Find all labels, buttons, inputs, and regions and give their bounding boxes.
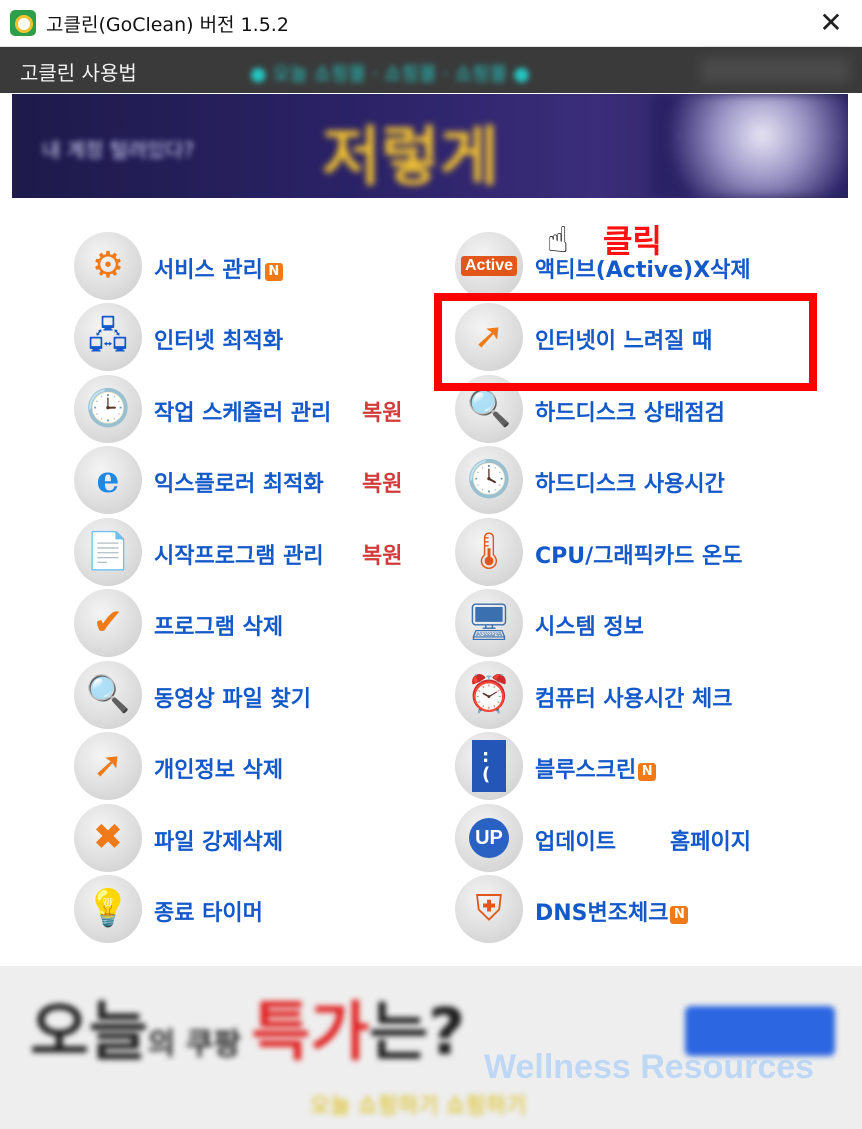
usage-menu[interactable]: 고클린 사용법 — [20, 57, 137, 86]
delete-file-icon: ✖ — [74, 804, 142, 872]
internet-explorer-icon: e — [74, 446, 142, 514]
pointing-hand-icon: ☝ — [547, 220, 569, 261]
sleep-bulb-icon: 💡 — [74, 875, 142, 943]
item-label: 블루스크린 — [535, 758, 637, 783]
menu-item-update[interactable]: UP 업데이트 — [455, 804, 815, 874]
computer-icon: 🖥 — [455, 589, 523, 657]
menu-item-service[interactable]: ⚙ 서비스 관리 N — [74, 232, 414, 302]
new-badge: N — [638, 763, 657, 781]
close-button[interactable]: ✕ — [800, 0, 862, 46]
restore-button[interactable]: 복원 — [362, 538, 402, 570]
shield-icon: ⛨ — [455, 875, 523, 943]
new-badge: N — [264, 263, 283, 281]
item-label: 컴퓨터 사용시간 체크 — [535, 687, 733, 712]
item-label: 하드디스크 사용시간 — [535, 472, 725, 497]
watermark: Wellness Resources — [484, 1048, 815, 1086]
menu-item-internet-optimize[interactable]: 🖧 인터넷 최적화 — [74, 303, 414, 373]
menu-item-privacy[interactable]: ➚ 개인정보 삭제 — [74, 732, 414, 802]
menu-item-bluescreen[interactable]: :( 블루스크린 N — [455, 732, 815, 802]
menu-bar: 고클린 사용법 ● 오늘 쇼핑몰 · 쇼핑몰 · 쇼핑몰 ● — [0, 47, 862, 93]
marquee-fade — [700, 57, 850, 83]
item-label: CPU/그래픽카드 온도 — [535, 544, 743, 569]
item-label: 종료 타이머 — [154, 901, 263, 926]
banner-headline: 오늘의 쿠팡 특가는? — [30, 981, 465, 1073]
banner-artwork — [652, 94, 848, 198]
item-label: 시스템 정보 — [535, 615, 644, 640]
menu-item-uninstall[interactable]: ✔ 프로그램 삭제 — [74, 589, 414, 659]
item-label: 인터넷 최적화 — [154, 329, 284, 354]
gear-icon: ⚙ — [74, 232, 142, 300]
item-label: 파일 강제삭제 — [154, 830, 284, 855]
marquee-text[interactable]: ● 오늘 쇼핑몰 · 쇼핑몰 · 쇼핑몰 ● — [250, 59, 530, 86]
click-annotation: 클릭 — [603, 222, 662, 260]
item-label: DNS변조체크 — [535, 901, 669, 926]
privacy-icon: ➚ — [74, 732, 142, 800]
restore-button[interactable]: 복원 — [362, 466, 402, 498]
menu-item-disk-usage[interactable]: 🕓 하드디스크 사용시간 — [455, 446, 815, 516]
homepage-link[interactable]: 홈페이지 — [670, 824, 751, 856]
highlight-box — [434, 293, 817, 391]
banner-small-text: 내 계정 털려있다? — [42, 138, 195, 162]
item-label: 개인정보 삭제 — [154, 758, 284, 783]
menu-item-explorer-optimize[interactable]: e 익스플로러 최적화 복원 — [74, 446, 414, 516]
menu-item-scheduler[interactable]: 🕒 작업 스케줄러 관리 복원 — [74, 375, 414, 445]
window-title: 고클린(GoClean) 버전 1.5.2 — [46, 14, 289, 36]
bluescreen-icon: :( — [455, 732, 523, 800]
item-label: 업데이트 — [535, 830, 616, 855]
scheduler-icon: 🕒 — [74, 375, 142, 443]
menu-item-temperature[interactable]: 🌡 CPU/그래픽카드 온도 — [455, 518, 815, 588]
menu-item-system-info[interactable]: 🖥 시스템 정보 — [455, 589, 815, 659]
app-icon — [10, 10, 36, 36]
item-label: 동영상 파일 찾기 — [154, 687, 311, 712]
item-label: 서비스 관리 — [154, 258, 263, 283]
menu-item-shutdown-timer[interactable]: 💡 종료 타이머 — [74, 875, 414, 945]
menu-item-video-search[interactable]: 🔍 동영상 파일 찾기 — [74, 661, 414, 731]
new-badge: N — [670, 906, 689, 924]
document-icon: 📄 — [74, 518, 142, 586]
headline-part: 의 쿠팡 — [147, 1027, 252, 1062]
network-icon: 🖧 — [74, 303, 142, 371]
banner-subtext: 오늘 쇼핑하기 쇼핑하기 — [310, 1094, 527, 1119]
banner-big-text: 저렇게 — [322, 121, 499, 195]
headline-part: 는? — [369, 996, 466, 1070]
item-label: 작업 스케줄러 관리 — [154, 401, 332, 426]
magnifier-icon: 🔍 — [74, 661, 142, 729]
headline-highlight: 특가 — [251, 996, 370, 1070]
menu-item-force-delete[interactable]: ✖ 파일 강제삭제 — [74, 804, 414, 874]
update-icon: UP — [455, 804, 523, 872]
activex-icon: Active — [455, 232, 523, 300]
menu-item-dns-check[interactable]: ⛨ DNS변조체크 N — [455, 875, 815, 945]
item-label: 프로그램 삭제 — [154, 615, 284, 640]
clock-icon: ⏰ — [455, 661, 523, 729]
title-bar: 고클린(GoClean) 버전 1.5.2 ✕ — [0, 0, 862, 47]
disk-clock-icon: 🕓 — [455, 446, 523, 514]
menu-item-startup[interactable]: 📄 시작프로그램 관리 복원 — [74, 518, 414, 588]
menu-item-usage-time[interactable]: ⏰ 컴퓨터 사용시간 체크 — [455, 661, 815, 731]
checkmark-icon: ✔ — [74, 589, 142, 657]
item-label: 하드디스크 상태점검 — [535, 401, 725, 426]
item-label: 시작프로그램 관리 — [154, 544, 324, 569]
headline-part: 오늘 — [30, 996, 148, 1070]
restore-button[interactable]: 복원 — [362, 395, 402, 427]
thermometer-icon: 🌡 — [455, 518, 523, 586]
item-label: 익스플로러 최적화 — [154, 472, 324, 497]
top-banner-ad[interactable]: 내 계정 털려있다? 저렇게 — [12, 94, 848, 198]
